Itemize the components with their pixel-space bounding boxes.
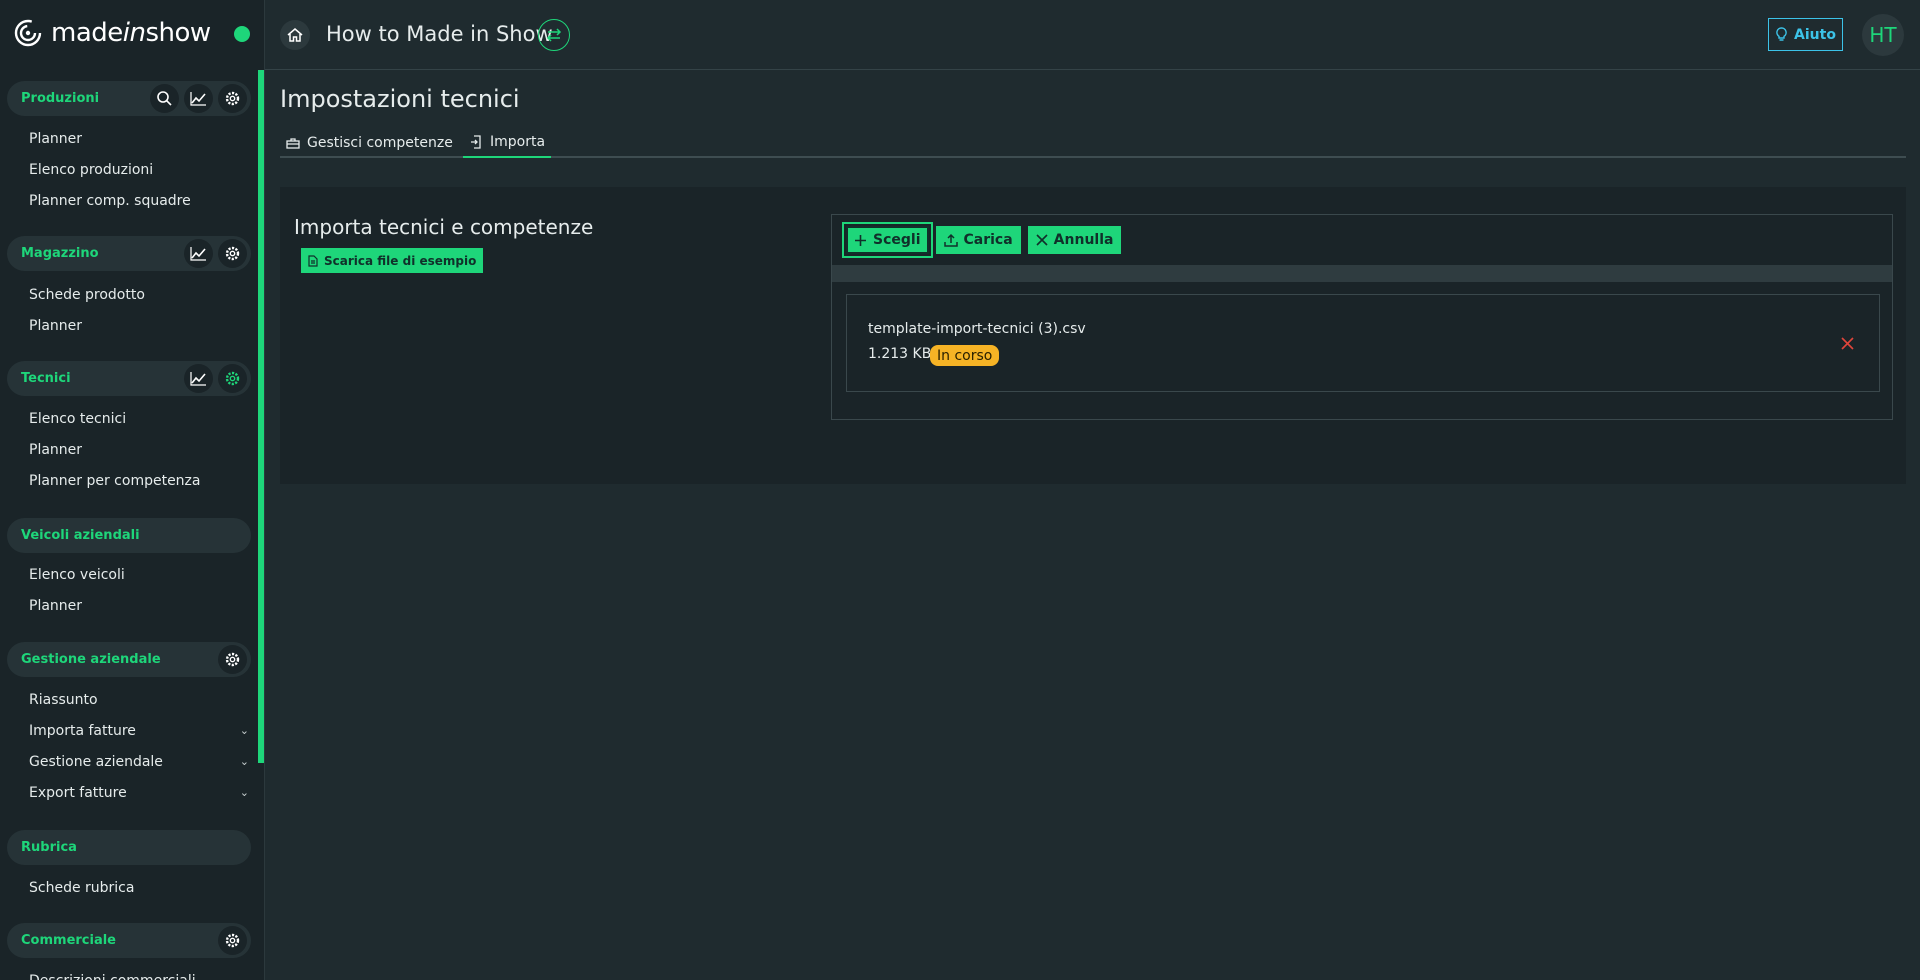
section-title: Magazzino (21, 246, 99, 261)
file-size: 1.213 KB (868, 346, 932, 362)
upload-button[interactable]: Carica (935, 226, 1021, 254)
chevron-down-icon: ⌄ (239, 724, 249, 737)
sidebar-item-elenco-produzioni[interactable]: Elenco produzioni (29, 159, 249, 181)
choose-file-button[interactable]: Scegli (842, 222, 933, 258)
file-name: template-import-tecnici (3).csv (868, 321, 1086, 337)
sidebar-item-elenco-veicoli[interactable]: Elenco veicoli (29, 564, 249, 586)
cancel-upload-button[interactable]: Annulla (1027, 226, 1122, 254)
chevron-down-icon: ⌄ (239, 786, 249, 799)
sidebar-item-gestione-aziendale[interactable]: Gestione aziendale ⌄ (29, 751, 249, 773)
user-avatar[interactable]: HT (1862, 14, 1904, 56)
section-title: Commerciale (21, 933, 116, 948)
sidebar-item-riassunto[interactable]: Riassunto (29, 689, 249, 711)
sidebar-item-planner[interactable]: Planner (29, 439, 249, 461)
sidebar-item-planner[interactable]: Planner (29, 315, 249, 337)
close-icon (1036, 234, 1048, 246)
swap-icon (546, 28, 562, 42)
plus-icon (855, 234, 866, 246)
import-card: Importa tecnici e competenze Scarica fil… (280, 187, 1906, 484)
page-title: Impostazioni tecnici (280, 85, 520, 113)
gear-icon[interactable] (218, 239, 247, 268)
chevron-down-icon: ⌄ (239, 755, 249, 768)
topbar: How to Made in Show Aiuto HT (265, 0, 1920, 70)
help-label: Aiuto (1794, 26, 1836, 43)
tab-gestisci-competenze[interactable]: Gestisci competenze (280, 128, 459, 158)
remove-file-button[interactable] (1837, 333, 1857, 353)
sidebar-item-importa-fatture[interactable]: Importa fatture ⌄ (29, 720, 249, 742)
gear-icon[interactable] (218, 364, 247, 393)
upload-label: Carica (963, 232, 1013, 248)
search-icon[interactable] (150, 84, 179, 113)
import-card-title: Importa tecnici e competenze (294, 215, 594, 239)
choose-label: Scegli (873, 232, 921, 248)
toolbox-icon (286, 138, 300, 149)
upload-progress-bar (832, 265, 1892, 282)
close-icon (1840, 336, 1854, 350)
sidebar-item-label: Importa fatture (29, 723, 136, 739)
tabs: Gestisci competenze Importa (280, 128, 1906, 158)
help-button[interactable]: Aiuto (1768, 18, 1843, 51)
organization-name: How to Made in Show (326, 22, 553, 46)
switch-organization-button[interactable] (538, 19, 570, 51)
sidebar-item-elenco-tecnici[interactable]: Elenco tecnici (29, 408, 249, 430)
sidebar-item-label: Gestione aziendale (29, 754, 163, 770)
download-sample-button[interactable]: Scarica file di esempio (301, 248, 484, 273)
section-title: Produzioni (21, 91, 100, 106)
section-title: Veicoli aziendali (21, 528, 140, 543)
sidebar-item-label: Export fatture (29, 785, 127, 801)
sidebar-scrollbar[interactable] (258, 70, 264, 763)
section-produzioni[interactable]: Produzioni (7, 81, 251, 116)
section-title: Gestione aziendale (21, 652, 161, 667)
status-badge: In corso (930, 345, 1000, 366)
tab-label: Importa (490, 134, 546, 150)
brand-logo[interactable]: madeinshow (13, 14, 263, 52)
sidebar-item-planner[interactable]: Planner (29, 595, 249, 617)
tab-importa[interactable]: Importa (463, 128, 552, 158)
sidebar-item-schede-rubrica[interactable]: Schede rubrica (29, 877, 249, 899)
gear-icon[interactable] (218, 84, 247, 113)
uploader-toolbar: Scegli Carica Annulla (842, 222, 1122, 258)
sidebar: madeinshow Produzioni Planner Elenco pro… (0, 0, 265, 980)
section-title: Tecnici (21, 371, 71, 386)
brand-name: madeinshow (51, 18, 211, 48)
file-list-item: template-import-tecnici (3).csv 1.213 KB… (846, 294, 1880, 392)
home-button[interactable] (280, 20, 310, 50)
gear-icon[interactable] (218, 645, 247, 674)
online-status-dot (234, 26, 250, 42)
sidebar-item-schede-prodotto[interactable]: Schede prodotto (29, 284, 249, 306)
cancel-label: Annulla (1053, 232, 1114, 248)
chart-icon[interactable] (184, 239, 213, 268)
tab-label: Gestisci competenze (307, 135, 453, 151)
section-commerciale[interactable]: Commerciale (7, 923, 251, 958)
home-icon (287, 28, 303, 42)
sidebar-item-descrizioni-commerciali[interactable]: Descrizioni commerciali (29, 970, 249, 980)
file-icon (308, 254, 318, 267)
file-uploader: Scegli Carica Annulla template-import-te… (831, 214, 1893, 420)
file-import-icon (471, 135, 481, 149)
gear-icon[interactable] (218, 926, 247, 955)
logo-icon (14, 19, 42, 47)
sidebar-item-export-fatture[interactable]: Export fatture ⌄ (29, 782, 249, 804)
section-tecnici[interactable]: Tecnici (7, 361, 251, 396)
sidebar-item-planner-comp-squadre[interactable]: Planner comp. squadre (29, 190, 249, 212)
section-magazzino[interactable]: Magazzino (7, 236, 251, 271)
chart-icon[interactable] (184, 84, 213, 113)
section-veicoli-aziendali[interactable]: Veicoli aziendali (7, 518, 251, 553)
download-sample-label: Scarica file di esempio (324, 253, 477, 268)
chart-icon[interactable] (184, 364, 213, 393)
sidebar-item-planner[interactable]: Planner (29, 128, 249, 150)
sidebar-item-planner-per-competenza[interactable]: Planner per competenza (29, 470, 249, 492)
section-title: Rubrica (21, 840, 77, 855)
section-gestione-aziendale[interactable]: Gestione aziendale (7, 642, 251, 677)
section-rubrica[interactable]: Rubrica (7, 830, 251, 865)
lightbulb-icon (1776, 27, 1787, 41)
upload-icon (943, 233, 958, 247)
